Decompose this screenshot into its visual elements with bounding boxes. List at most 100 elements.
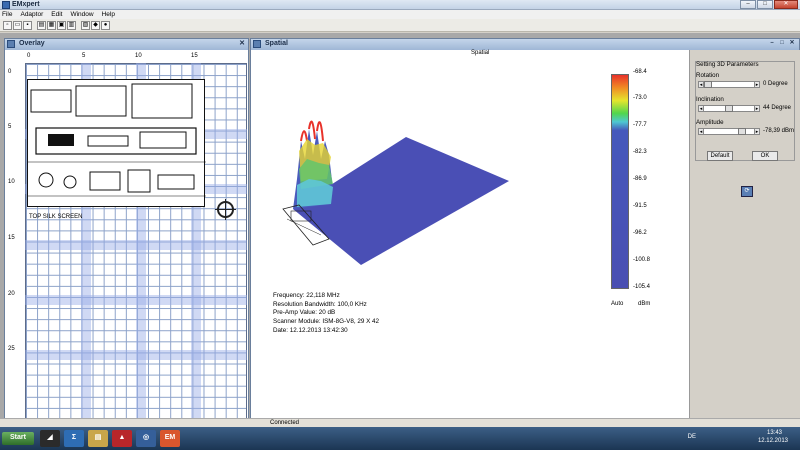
close-icon[interactable]: ✕ <box>239 39 245 49</box>
x-tick: 5 <box>82 53 86 59</box>
menu-edit[interactable]: Edit <box>51 11 62 18</box>
menu-bar: File Adaptor Edit Window Help <box>0 10 800 19</box>
x-tick: 15 <box>191 53 198 59</box>
date-text: Date: 12.12.2013 13:42:30 <box>273 326 348 334</box>
close-icon[interactable]: ✕ <box>787 39 797 48</box>
emxpert-task-icon[interactable]: EM <box>160 430 180 447</box>
grid-icon[interactable]: ▦ <box>47 20 56 30</box>
rbw-text: Resolution Bandwidth: 100,0 KHz <box>273 300 367 308</box>
x-tick: 0 <box>27 53 31 59</box>
window-controls: – □ ✕ <box>739 0 798 9</box>
highlight-row <box>25 240 247 250</box>
y-tick: 25 <box>8 346 15 352</box>
x-axis: 0 5 10 15 <box>5 51 248 63</box>
scanner-text: Scanner Module: ISM-8G-V8, 29 X 42 <box>273 318 380 326</box>
maximize-button[interactable]: □ <box>757 0 773 9</box>
inclination-value: 44 Degree <box>763 105 792 111</box>
start-button[interactable]: Start <box>2 432 34 445</box>
spatial-window[interactable]: Spatial – □ ✕ Spatial -68.4 -73.0 -77.7 … <box>250 38 800 423</box>
clock-time[interactable]: 13:43 <box>767 430 782 436</box>
frequency-text: Frequency: 22,118 MHz <box>273 292 340 299</box>
rotation-label: Rotation <box>696 72 720 79</box>
pcb-silkscreen-image <box>27 79 206 207</box>
y-tick: 20 <box>8 291 15 297</box>
spatial-title: Spatial <box>265 40 288 47</box>
y-tick: 10 <box>8 179 15 185</box>
settings-icon[interactable]: ◆ <box>91 20 100 30</box>
pdf-reader-icon[interactable]: ▲ <box>112 430 132 447</box>
3d-surface-plot[interactable] <box>261 59 606 289</box>
clock-date[interactable]: 12.12.2013 <box>758 438 788 444</box>
slider-left-arrow-icon[interactable]: ◂ <box>698 105 704 112</box>
pcb-label: TOP SILK SCREEN <box>29 214 83 220</box>
window-icon <box>253 40 261 48</box>
restore-icon[interactable]: □ <box>777 39 787 48</box>
scan-window-icon[interactable]: ⟳ <box>741 186 753 197</box>
colorbar-tick: -100.8 <box>633 257 651 263</box>
slider-right-arrow-icon[interactable]: ▸ <box>754 81 760 88</box>
slider-right-arrow-icon[interactable]: ▸ <box>754 105 760 112</box>
amplitude-slider[interactable]: ◂ ▸ <box>698 128 760 135</box>
app-launcher-icon[interactable]: ◢ <box>40 430 60 447</box>
save-icon[interactable]: ▪ <box>23 20 32 30</box>
menu-file[interactable]: File <box>2 11 12 18</box>
preamp-text: Pre-Amp Value: 20 dB <box>273 309 336 317</box>
minimize-icon[interactable]: – <box>767 39 777 48</box>
highlight-row <box>25 295 247 305</box>
minimize-button[interactable]: – <box>740 0 756 9</box>
y-tick: 0 <box>8 69 12 75</box>
record-icon[interactable]: ● <box>101 20 110 30</box>
menu-adaptor[interactable]: Adaptor <box>20 11 43 18</box>
colorbar-tick: -86.9 <box>633 176 647 182</box>
view-icon[interactable]: ▣ <box>57 20 66 30</box>
ok-button[interactable]: OK <box>752 151 778 161</box>
colorbar-tick: -91.5 <box>633 203 647 209</box>
layout-icon[interactable]: ▥ <box>67 20 76 30</box>
language-indicator[interactable]: DE <box>688 434 696 440</box>
highlight-row <box>25 350 247 360</box>
slider-thumb[interactable] <box>704 81 712 88</box>
y-tick: 5 <box>8 124 12 130</box>
default-button[interactable]: Default <box>707 151 733 161</box>
slider-thumb[interactable] <box>737 128 746 135</box>
overlay-titlebar[interactable]: Overlay ✕ <box>5 39 248 50</box>
rotation-value: 0 Degree <box>763 81 788 87</box>
colorbar-tick: -96.2 <box>633 230 647 236</box>
y-tick: 15 <box>8 235 15 241</box>
crosshair-target-icon[interactable] <box>215 199 236 220</box>
toolbar: ▫ ▭ ▪ ▤ ▦ ▣ ▥ ▧ ◆ ● <box>0 19 800 32</box>
amplitude-label: Amplitude <box>696 119 724 126</box>
colorbar-tick: -105.4 <box>633 284 651 290</box>
scan-icon[interactable]: ▤ <box>37 20 46 30</box>
inclination-label: Inclination <box>696 96 724 103</box>
colorbar-unit: dBm <box>638 301 651 307</box>
taskbar: Start ◢ Σ ▤ ▲ ◎ EM DE 13:43 12.12.2013 <box>0 427 800 450</box>
slider-left-arrow-icon[interactable]: ◂ <box>698 128 704 135</box>
overlay-grid-area[interactable]: 0 5 10 15 0 5 10 15 20 25 TOP SILK SCREE… <box>5 51 248 423</box>
colorbar-tick: -82.3 <box>633 149 647 155</box>
inclination-slider[interactable]: ◂ ▸ <box>698 105 760 112</box>
menu-window[interactable]: Window <box>70 11 93 18</box>
new-icon[interactable]: ▫ <box>3 20 12 30</box>
powershell-icon[interactable]: Σ <box>64 430 84 447</box>
menu-help[interactable]: Help <box>102 11 115 18</box>
connection-status: Connected <box>270 420 300 426</box>
slider-thumb[interactable] <box>725 105 733 112</box>
colorbar-mode: Auto <box>611 301 624 307</box>
open-icon[interactable]: ▭ <box>13 20 22 30</box>
folder-icon[interactable]: ▤ <box>88 430 108 447</box>
spectrum-icon[interactable]: ▧ <box>81 20 90 30</box>
overlay-title: Overlay <box>19 40 45 47</box>
overlay-window[interactable]: Overlay ✕ 0 5 10 15 0 5 10 15 20 25 TOP … <box>4 38 249 423</box>
colorbar-tick: -68.4 <box>633 69 647 75</box>
app-titlebar: EMxpert – □ ✕ <box>0 0 800 10</box>
network-app-icon[interactable]: ◎ <box>136 430 156 447</box>
colorbar-tick: -77.7 <box>633 122 647 128</box>
app-icon <box>2 1 10 9</box>
slider-right-arrow-icon[interactable]: ▸ <box>754 128 760 135</box>
spatial-titlebar[interactable]: Spatial – □ ✕ <box>251 39 799 50</box>
plot-heading: Spatial <box>471 50 490 56</box>
close-button[interactable]: ✕ <box>774 0 798 9</box>
group-title: Setting 3D Parameters <box>696 61 759 68</box>
rotation-slider[interactable]: ◂ ▸ <box>698 81 760 88</box>
